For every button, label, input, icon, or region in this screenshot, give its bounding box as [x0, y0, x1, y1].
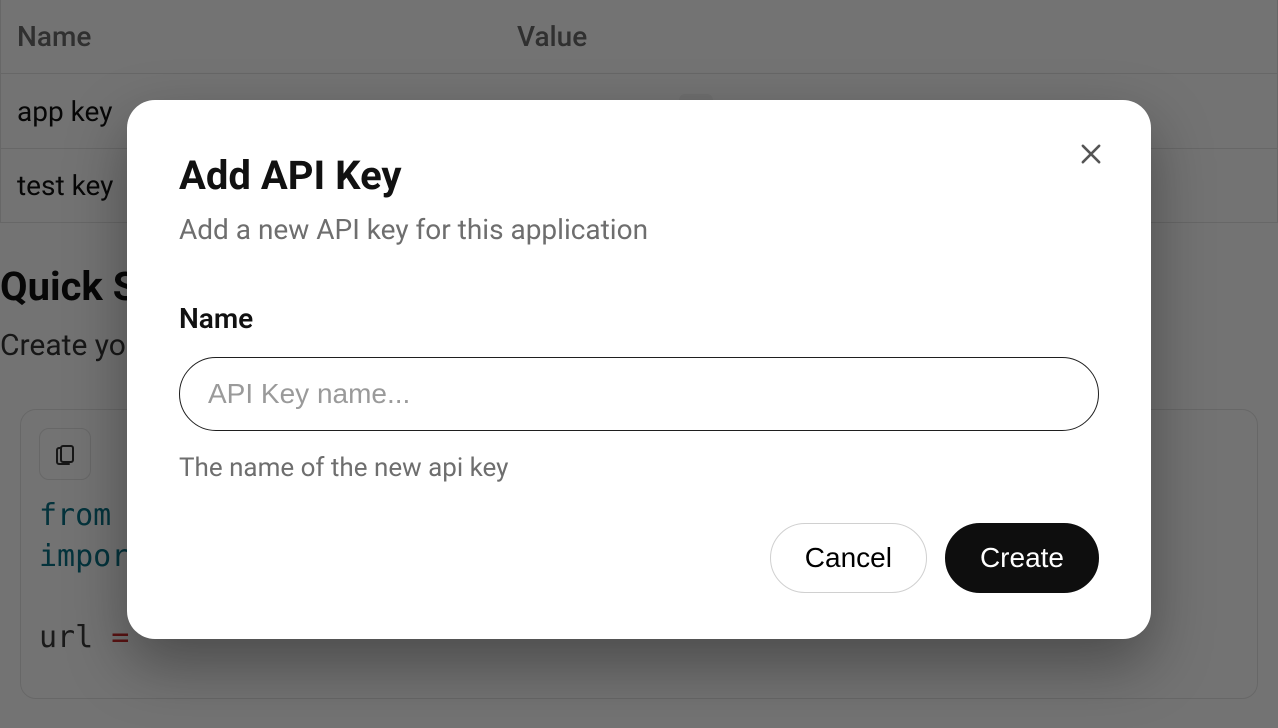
modal-subtitle: Add a new API key for this application [179, 213, 1099, 246]
modal-title: Add API Key [179, 152, 1099, 199]
cancel-button[interactable]: Cancel [770, 523, 927, 593]
modal-actions: Cancel Create [179, 523, 1099, 593]
modal-overlay[interactable]: Add API Key Add a new API key for this a… [0, 0, 1278, 728]
api-key-name-input[interactable] [179, 357, 1099, 431]
add-api-key-modal: Add API Key Add a new API key for this a… [127, 100, 1151, 639]
name-field-helper: The name of the new api key [179, 453, 1099, 483]
name-field-label: Name [179, 302, 1099, 335]
close-button[interactable] [1073, 136, 1109, 172]
create-button[interactable]: Create [945, 523, 1099, 593]
close-icon [1077, 140, 1105, 168]
